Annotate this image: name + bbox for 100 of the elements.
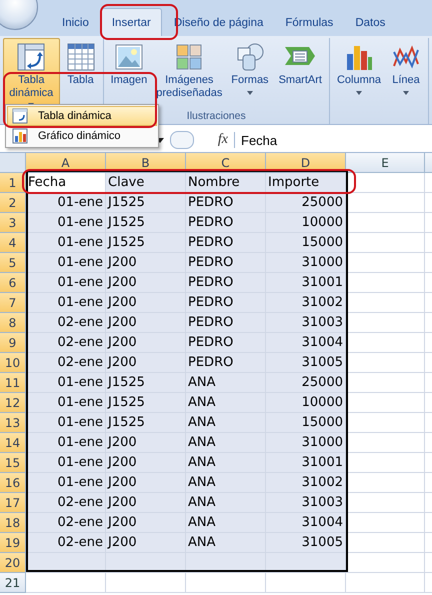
table-cell: 01-ene xyxy=(26,453,106,473)
ribbon-tab[interactable]: Inicio xyxy=(52,9,99,36)
picture-icon xyxy=(114,42,144,72)
row-header[interactable]: 12 xyxy=(0,393,26,413)
table-cell: ANA xyxy=(186,513,266,533)
row-header[interactable]: 15 xyxy=(0,453,26,473)
table-cell: J200 xyxy=(106,513,186,533)
table-cell: 31000 xyxy=(266,433,346,453)
row-header[interactable]: 4 xyxy=(0,233,26,253)
menu-item[interactable]: Tabla dinámica xyxy=(7,106,157,126)
formula-value[interactable]: Fecha xyxy=(241,132,278,148)
table-cell: 31001 xyxy=(266,453,346,473)
table-cell: 25000 xyxy=(266,193,346,213)
table-cell: 31000 xyxy=(266,253,346,273)
table-cell: ANA xyxy=(186,493,266,513)
table-cell: ANA xyxy=(186,373,266,393)
ribbon-tab[interactable]: Insertar xyxy=(100,8,162,36)
clipart-icon xyxy=(174,42,204,72)
table-cell: 01-ene xyxy=(26,233,106,253)
table-cell: 01-ene xyxy=(26,473,106,493)
shapes-icon xyxy=(234,42,265,72)
table-cell: ANA xyxy=(186,453,266,473)
table-cell: J200 xyxy=(106,533,186,553)
table-cell: J1525 xyxy=(106,373,186,393)
row-header[interactable]: 8 xyxy=(0,313,26,333)
insert-function-button[interactable]: fx xyxy=(200,132,235,148)
table-cell: J200 xyxy=(106,353,186,373)
table-cell: J200 xyxy=(106,273,186,293)
row-header[interactable]: 7 xyxy=(0,293,26,313)
table-cell: 01-ene xyxy=(26,373,106,393)
table-cell: 31002 xyxy=(266,473,346,493)
row-header[interactable]: 13 xyxy=(0,413,26,433)
table-cell: 31004 xyxy=(266,333,346,353)
table-cell: 02-ene xyxy=(26,533,106,553)
row-header[interactable]: 5 xyxy=(0,253,26,273)
row-header[interactable]: 1 xyxy=(0,173,26,193)
table-cell: 25000 xyxy=(266,373,346,393)
table-cell: ANA xyxy=(186,393,266,413)
table-cell: PEDRO xyxy=(186,233,266,253)
table-cell: 10000 xyxy=(266,213,346,233)
table-cell: 01-ene xyxy=(26,193,106,213)
ribbon-tab[interactable]: Datos xyxy=(345,9,396,36)
row-header[interactable]: 14 xyxy=(0,433,26,453)
row-header[interactable]: 20 xyxy=(0,553,26,573)
table-cell: PEDRO xyxy=(186,293,266,313)
table-cell: Importe xyxy=(266,173,346,193)
table-cell: J1525 xyxy=(106,193,186,213)
table-cell: J200 xyxy=(106,293,186,313)
menu-item[interactable]: Gráfico dinámico xyxy=(7,126,157,146)
table-cell: 31001 xyxy=(266,273,346,293)
table-cell: J200 xyxy=(106,493,186,513)
table-cell: PEDRO xyxy=(186,353,266,373)
table-cell: PEDRO xyxy=(186,333,266,353)
table-cell: 01-ene xyxy=(26,213,106,233)
table-cell: PEDRO xyxy=(186,273,266,293)
table-cell: J1525 xyxy=(106,393,186,413)
table-cell: 31003 xyxy=(266,313,346,333)
ribbon-button[interactable]: Formas xyxy=(227,38,273,110)
row-header[interactable]: 2 xyxy=(0,193,26,213)
ribbon-button[interactable]: SmartArt xyxy=(274,38,326,110)
table-cell: 01-ene xyxy=(26,253,106,273)
ribbon-tab[interactable]: Fórmulas xyxy=(275,9,344,36)
row-header[interactable]: 10 xyxy=(0,353,26,373)
table-cell: J200 xyxy=(106,313,186,333)
pivot-table-icon xyxy=(16,42,46,72)
column-header[interactable]: E xyxy=(346,153,425,173)
table-cell: ANA xyxy=(186,473,266,493)
ribbon-button[interactable]: Línea xyxy=(387,38,425,110)
pivot-table-icon xyxy=(12,108,28,124)
row-header[interactable]: 18 xyxy=(0,513,26,533)
table-icon xyxy=(66,42,96,72)
table-cell: Fecha xyxy=(26,173,106,193)
table-cell: 01-ene xyxy=(26,293,106,313)
row-header[interactable]: 16 xyxy=(0,473,26,493)
table-cell: J200 xyxy=(106,453,186,473)
table-cell: 31005 xyxy=(266,353,346,373)
row-header[interactable]: 21 xyxy=(0,573,26,593)
row-header[interactable]: 9 xyxy=(0,333,26,353)
table-cell: J200 xyxy=(106,473,186,493)
table-cell: J200 xyxy=(106,333,186,353)
table-cell: 02-ene xyxy=(26,513,106,533)
ribbon-button[interactable]: Columna xyxy=(332,38,385,110)
table-cell: 15000 xyxy=(266,413,346,433)
table-cell: ANA xyxy=(186,533,266,553)
table-cell: 02-ene xyxy=(26,353,106,373)
select-all-corner[interactable] xyxy=(0,153,26,173)
table-cell: 10000 xyxy=(266,393,346,413)
row-header[interactable]: 6 xyxy=(0,273,26,293)
table-cell: 02-ene xyxy=(26,333,106,353)
table-cell: 01-ene xyxy=(26,273,106,293)
table-cell: Clave xyxy=(106,173,186,193)
table-cell: PEDRO xyxy=(186,213,266,233)
row-header[interactable]: 11 xyxy=(0,373,26,393)
resize-handle[interactable] xyxy=(170,131,194,149)
pivot-chart-icon xyxy=(12,128,28,144)
table-cell: 15000 xyxy=(266,233,346,253)
table-cell: 02-ene xyxy=(26,313,106,333)
row-header[interactable]: 17 xyxy=(0,493,26,513)
row-header[interactable]: 3 xyxy=(0,213,26,233)
row-header[interactable]: 19 xyxy=(0,533,26,553)
